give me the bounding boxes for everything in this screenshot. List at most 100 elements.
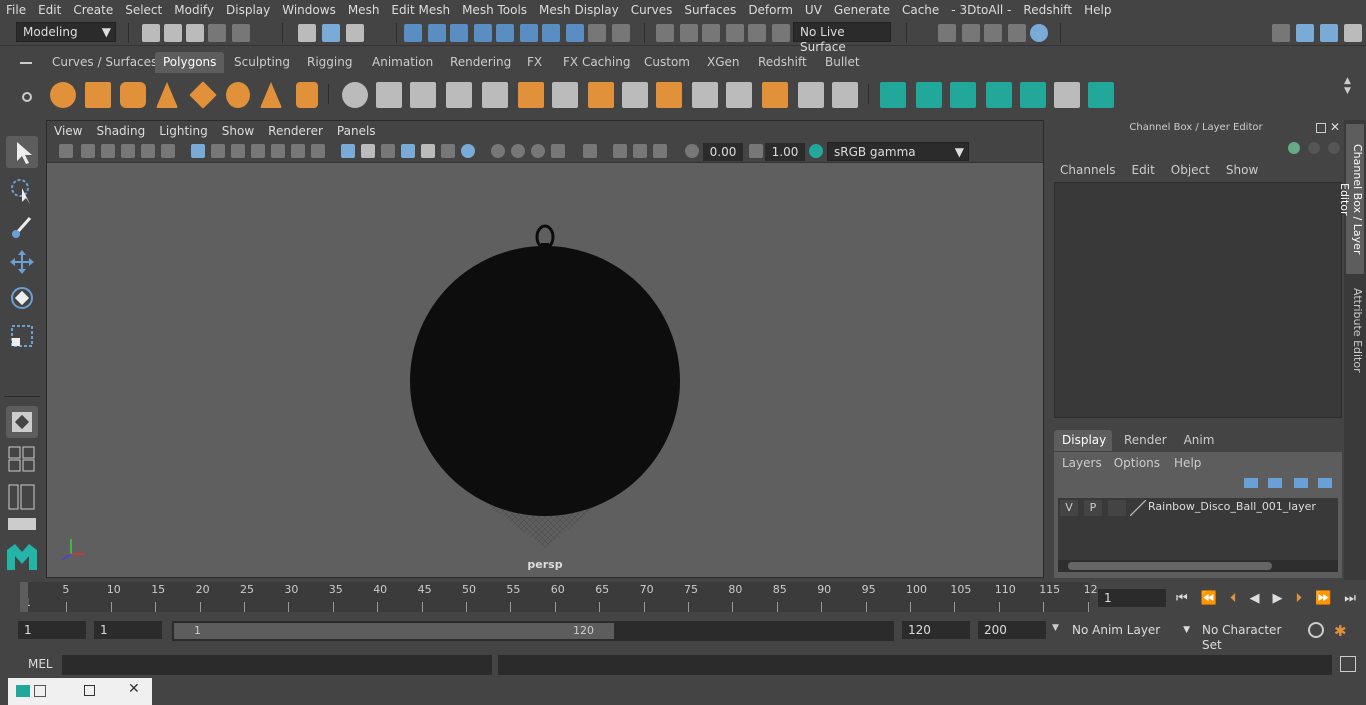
menu-edit[interactable]: Edit [32, 3, 67, 17]
scene-end-field[interactable]: 200 [978, 621, 1046, 639]
menu-select[interactable]: Select [119, 3, 168, 17]
live-surface-field[interactable]: No Live Surface [793, 22, 891, 54]
play-forwards-icon[interactable]: ▶ [1273, 591, 1283, 606]
wireframe-on-shaded-icon[interactable] [401, 144, 415, 158]
selection-constraint-icon[interactable] [612, 24, 630, 42]
menu-create[interactable]: Create [67, 3, 119, 17]
maximize-icon[interactable] [84, 685, 95, 696]
layer-tab-render[interactable]: Render [1116, 430, 1172, 451]
bridge-icon[interactable] [588, 82, 614, 108]
select-tool-icon[interactable] [6, 136, 38, 168]
bookmark-icon[interactable] [101, 144, 115, 158]
toggle-channel-box-icon[interactable] [1344, 24, 1362, 42]
step-back-icon[interactable]: ⏪ [1201, 591, 1217, 606]
xray-joints-icon[interactable] [633, 144, 647, 158]
wireframe-icon[interactable] [341, 144, 355, 158]
layout-single-icon[interactable] [8, 518, 36, 530]
command-input[interactable] [62, 655, 492, 675]
snap-live-icon[interactable] [496, 24, 514, 42]
viewport-scene[interactable] [47, 163, 1043, 577]
mirror-icon[interactable] [410, 82, 436, 108]
viewport-menu-show[interactable]: Show [215, 124, 261, 138]
quad-draw-icon[interactable] [832, 82, 858, 108]
shelf-tab-animation[interactable]: Animation [364, 52, 441, 73]
toggle-attribute-editor-icon[interactable] [1296, 24, 1314, 42]
separate-icon[interactable] [376, 82, 402, 108]
camera-attributes-icon[interactable] [81, 144, 95, 158]
layout-outliner-icon[interactable] [8, 484, 36, 510]
shelf-tab-redshift[interactable]: Redshift [750, 52, 815, 73]
bevel-icon[interactable] [552, 82, 578, 108]
help-icon[interactable] [566, 24, 584, 42]
step-back-key-icon[interactable]: ⏴ [1230, 591, 1237, 606]
poly-pipe-icon[interactable] [296, 82, 318, 108]
menu-mesh-tools[interactable]: Mesh Tools [456, 3, 533, 17]
planar-mapping-icon[interactable] [916, 82, 942, 108]
grid-icon[interactable] [191, 144, 205, 158]
step-forward-key-icon[interactable]: ⏵ [1296, 591, 1303, 606]
mode-selector[interactable]: Modeling ▼ [16, 22, 116, 42]
minimized-window[interactable]: ✕ [8, 678, 152, 705]
target-weld-icon[interactable] [762, 82, 788, 108]
side-tab-channel-box[interactable]: Channel Box / Layer Editor [1338, 124, 1364, 274]
go-to-start-icon[interactable]: ⏮ [1176, 591, 1188, 606]
menu-uv[interactable]: UV [799, 3, 828, 17]
side-tab-attribute-editor[interactable]: Attribute Editor [1346, 280, 1364, 380]
select-hierarchy-icon[interactable] [298, 24, 316, 42]
unfold-icon[interactable] [1088, 82, 1114, 108]
gamma-field[interactable]: 1.00 [765, 143, 805, 161]
poly-pyramid-icon[interactable] [260, 82, 282, 108]
playback-end-field[interactable]: 120 [902, 621, 970, 639]
viewport-menu-shading[interactable]: Shading [89, 124, 152, 138]
menu-generate[interactable]: Generate [828, 3, 896, 17]
shelf-tab-rigging[interactable]: Rigging [299, 52, 360, 73]
move-layer-down-icon[interactable] [1268, 478, 1282, 488]
layer-tab-anim[interactable]: Anim [1174, 430, 1224, 451]
shelf-tab-rendering[interactable]: Rendering [442, 52, 519, 73]
channel-menu-show[interactable]: Show [1218, 163, 1266, 177]
current-frame-marker[interactable] [20, 582, 28, 612]
open-scene-icon[interactable] [164, 24, 182, 42]
film-gate-icon[interactable] [211, 144, 225, 158]
layer-visibility-toggle[interactable]: V [1060, 500, 1078, 516]
last-tool-icon[interactable] [6, 406, 38, 438]
layer-menu-help[interactable]: Help [1164, 456, 1211, 470]
poly-plane-icon[interactable] [189, 81, 217, 109]
menu-help[interactable]: Help [1078, 3, 1117, 17]
select-component-icon[interactable] [346, 24, 364, 42]
layer-playback-toggle[interactable]: P [1084, 500, 1102, 516]
isolate-select-icon[interactable] [583, 144, 597, 158]
snap-vertex-icon[interactable] [520, 24, 538, 42]
poly-cone-icon[interactable] [156, 82, 178, 108]
colorspace-dropdown[interactable]: sRGB gamma ▼ [827, 142, 969, 161]
gate-mask-icon[interactable] [251, 144, 265, 158]
screen-space-ao-icon[interactable] [491, 144, 505, 158]
reflection-icon[interactable] [748, 24, 766, 42]
exposure-icon[interactable] [685, 144, 699, 158]
channel-menu-channels[interactable]: Channels [1052, 163, 1124, 177]
reduce-icon[interactable] [482, 82, 508, 108]
poly-cube-icon[interactable] [85, 82, 111, 108]
connect-icon[interactable] [798, 82, 824, 108]
depth-of-field-icon[interactable] [551, 144, 565, 158]
automatic-mapping-icon[interactable] [1020, 82, 1046, 108]
menu-curves[interactable]: Curves [625, 3, 679, 17]
shadows-icon[interactable] [461, 144, 475, 158]
menu-cache[interactable]: Cache [896, 3, 945, 17]
snap-curve-icon[interactable] [428, 24, 446, 42]
layer-tab-display[interactable]: Display [1054, 430, 1112, 451]
render-settings-icon[interactable] [1008, 24, 1026, 42]
shelf-tab-fx-caching[interactable]: FX Caching [555, 52, 638, 73]
menu-display[interactable]: Display [220, 3, 276, 17]
script-editor-icon[interactable] [1340, 656, 1356, 672]
menu-redshift[interactable]: Redshift [1017, 3, 1078, 17]
move-tool-icon[interactable] [6, 246, 38, 278]
current-frame-field[interactable]: 1 [1098, 589, 1166, 607]
exposure-field[interactable]: 0.00 [703, 143, 743, 161]
new-layer-selected-icon[interactable] [1318, 478, 1332, 488]
shelf-tab-curves-surfaces[interactable]: Curves / Surfaces [44, 52, 165, 73]
shelf-tab-sculpting[interactable]: Sculpting [226, 52, 298, 73]
layer-row[interactable]: V P Rainbow_Disco_Ball_001_layer [1058, 498, 1338, 518]
uv-editor-icon[interactable] [880, 82, 906, 108]
render-sequence-icon[interactable] [962, 24, 980, 42]
